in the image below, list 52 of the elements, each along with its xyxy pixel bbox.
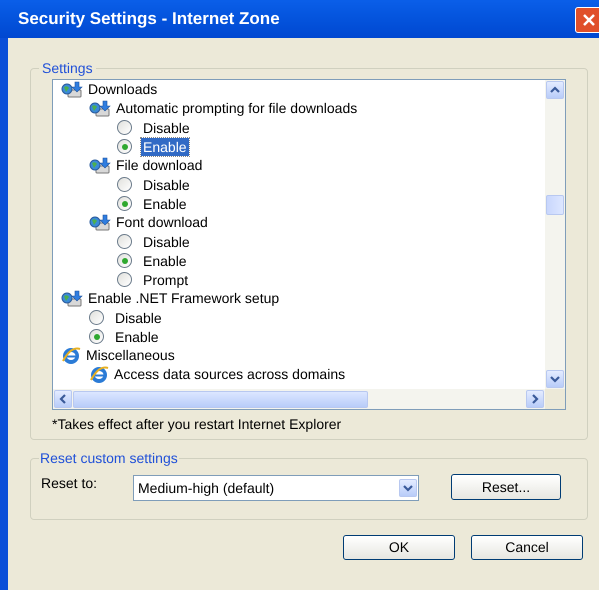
setting-label: Automatic prompting for file downloads bbox=[116, 99, 358, 118]
radio-button[interactable] bbox=[117, 177, 132, 192]
scroll-thumb[interactable] bbox=[546, 195, 564, 215]
option-label: Prompt bbox=[142, 270, 190, 288]
option-label: Enable bbox=[142, 194, 188, 212]
setting-label: File download bbox=[116, 156, 202, 175]
option-label: Enable bbox=[141, 138, 189, 156]
option-label: Disable bbox=[142, 118, 191, 136]
radio-button[interactable] bbox=[117, 139, 132, 154]
reset-label: Reset to: bbox=[41, 474, 98, 493]
browser-icon bbox=[61, 346, 81, 366]
scroll-thumb[interactable] bbox=[73, 390, 368, 408]
download-icon bbox=[61, 80, 83, 98]
dialog-button[interactable]: OK bbox=[343, 535, 455, 560]
close-button[interactable] bbox=[575, 7, 599, 33]
download-icon bbox=[89, 156, 111, 174]
option-label: Disable bbox=[142, 232, 191, 250]
dialog-button[interactable]: Cancel bbox=[471, 535, 583, 560]
setting-label: Enable .NET Framework setup bbox=[88, 289, 280, 308]
download-icon bbox=[89, 214, 111, 232]
browser-icon bbox=[89, 364, 109, 384]
option-label: Enable bbox=[114, 328, 160, 346]
scroll-down-button[interactable] bbox=[546, 370, 564, 388]
setting-label: Miscellaneous bbox=[86, 346, 175, 365]
group-title: Reset custom settings bbox=[39, 449, 179, 468]
vertical-scrollbar[interactable] bbox=[545, 80, 565, 389]
level-dropdown[interactable]: Medium-high (default) bbox=[133, 475, 419, 501]
download-icon bbox=[61, 290, 83, 308]
radio-button[interactable] bbox=[89, 310, 104, 325]
radio-button[interactable] bbox=[89, 329, 104, 344]
setting-label: Access data sources across domains bbox=[114, 365, 346, 384]
setting-label: Downloads bbox=[88, 80, 158, 99]
option-label: Disable bbox=[114, 308, 163, 326]
radio-button[interactable] bbox=[117, 253, 132, 268]
horizontal-scrollbar[interactable] bbox=[53, 389, 545, 409]
scroll-right-button[interactable] bbox=[526, 390, 544, 408]
setting-label: Font download bbox=[116, 213, 208, 232]
reset-button[interactable]: Reset... bbox=[451, 474, 561, 500]
close-icon bbox=[582, 13, 596, 27]
restart-note: *Takes effect after you restart Internet Explorer bbox=[52, 415, 342, 434]
download-icon bbox=[89, 100, 111, 118]
option-label: Disable bbox=[142, 176, 191, 194]
scroll-left-button[interactable] bbox=[54, 390, 72, 408]
scrollbar-corner bbox=[545, 389, 565, 409]
window-title: Security Settings - Internet Zone bbox=[18, 8, 280, 30]
radio-button[interactable] bbox=[117, 120, 132, 135]
radio-button[interactable] bbox=[117, 196, 132, 211]
radio-button[interactable] bbox=[117, 234, 132, 249]
group-title: Settings bbox=[41, 59, 94, 78]
radio-button[interactable] bbox=[117, 272, 132, 287]
option-label: Enable bbox=[142, 252, 188, 270]
scroll-up-button[interactable] bbox=[546, 81, 564, 99]
